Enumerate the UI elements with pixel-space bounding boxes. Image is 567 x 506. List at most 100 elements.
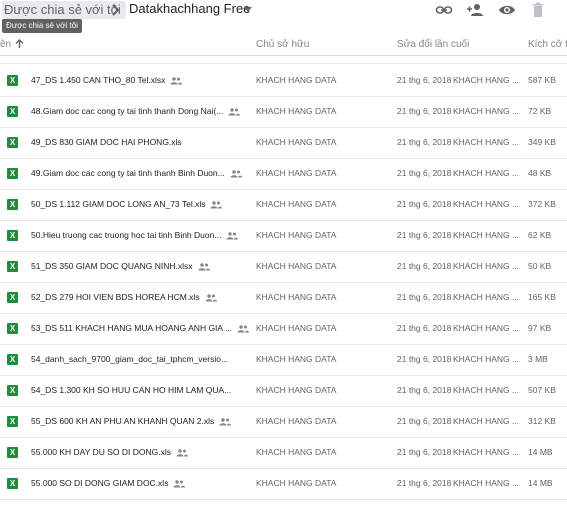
file-row[interactable]: X 54_DS 1.300 KH SO HUU CAN HO HIM LAM QU… bbox=[0, 376, 567, 407]
file-owner: KHACH HANG DATA bbox=[256, 168, 337, 178]
file-name[interactable]: 50_DS 1.112 GIAM DOC LONG AN_73 Tel.xls bbox=[31, 199, 223, 209]
file-row[interactable]: X 50.Hieu truong cac truong hoc tai tinh … bbox=[0, 221, 567, 252]
excel-file-icon: X bbox=[7, 385, 18, 396]
breadcrumb-shared-with-me[interactable]: Được chia sẻ với tôi bbox=[2, 1, 126, 19]
trash-icon[interactable] bbox=[529, 2, 547, 18]
file-name-text: 55.000 SO DI DONG GIAM DOC.xls bbox=[31, 478, 169, 488]
file-modified-date: 21 thg 6, 2018 bbox=[397, 447, 452, 457]
file-modified-by: KHACH HANG ... bbox=[453, 292, 520, 302]
shared-people-icon bbox=[170, 77, 183, 85]
file-size: 349 KB bbox=[528, 137, 556, 147]
column-name[interactable]: ên bbox=[0, 39, 11, 50]
add-person-icon[interactable] bbox=[466, 2, 484, 18]
file-owner: KHACH HANG DATA bbox=[256, 261, 337, 271]
file-size: 165 KB bbox=[528, 292, 556, 302]
caret-down-icon[interactable] bbox=[243, 6, 253, 14]
shared-people-icon bbox=[219, 418, 232, 426]
file-name[interactable]: 53_DS 511 KHACH HANG MUA HOANG ANH GIA .… bbox=[31, 323, 250, 333]
file-size: 14 MB bbox=[528, 447, 553, 457]
file-row[interactable]: X 54_danh_sach_9700_giam_doc_tai_tphcm_ve… bbox=[0, 345, 567, 376]
file-modified-date: 21 thg 6, 2018 bbox=[397, 416, 452, 426]
file-name-text: 50_DS 1.112 GIAM DOC LONG AN_73 Tel.xls bbox=[31, 199, 206, 209]
file-name[interactable]: 51_DS 350 GIAM DOC QUANG NINH.xlsx bbox=[31, 261, 210, 271]
file-modified-by: KHACH HANG ... bbox=[453, 385, 520, 395]
file-owner: KHACH HANG DATA bbox=[256, 137, 337, 147]
file-modified-date: 21 thg 6, 2018 bbox=[397, 75, 452, 85]
file-size: 3 MB bbox=[528, 354, 548, 364]
shared-people-icon bbox=[210, 201, 223, 209]
file-name-text: 55.000 KH DAY DU SO DI DONG.xls bbox=[31, 447, 171, 457]
file-name[interactable]: 47_DS 1.450 CAN THO_80 Tel.xlsx bbox=[31, 75, 183, 85]
file-size: 97 KB bbox=[528, 323, 552, 333]
file-size: 372 KB bbox=[528, 199, 556, 209]
file-owner: KHACH HANG DATA bbox=[256, 385, 337, 395]
excel-file-icon: X bbox=[7, 106, 18, 117]
shared-people-icon bbox=[198, 263, 210, 271]
file-name[interactable]: 54_danh_sach_9700_giam_doc_tai_tphcm_ver… bbox=[31, 354, 228, 364]
excel-file-icon: X bbox=[7, 199, 18, 210]
file-row[interactable]: X 50_DS 1.112 GIAM DOC LONG AN_73 Tel.xls… bbox=[0, 190, 567, 221]
column-owner[interactable]: Chủ sở hữu bbox=[256, 39, 309, 50]
file-row[interactable]: X 48.Giam doc cac cong ty tai tinh thanh … bbox=[0, 97, 567, 128]
file-row[interactable]: X 55.000 SO DI DONG GIAM DOC.xls KHACH HAN… bbox=[0, 469, 567, 500]
file-name-text: 55_DS 600 KH AN PHU AN KHANH QUAN 2.xls bbox=[31, 416, 215, 426]
excel-file-icon: X bbox=[7, 354, 18, 365]
file-size: 50 KB bbox=[528, 261, 552, 271]
file-name[interactable]: 54_DS 1.300 KH SO HUU CAN HO HIM LAM QUA… bbox=[31, 385, 231, 395]
file-row[interactable]: X 51_DS 350 GIAM DOC QUANG NINH.xlsx KHACH… bbox=[0, 252, 567, 283]
file-row[interactable]: X 55.000 KH DAY DU SO DI DONG.xls KHACH HA… bbox=[0, 438, 567, 469]
file-owner: KHACH HANG DATA bbox=[256, 323, 337, 333]
file-row[interactable]: X 49_DS 830 GIAM DOC HAI PHONG.xls KHACH H… bbox=[0, 128, 567, 159]
file-name[interactable]: 49_DS 830 GIAM DOC HAI PHONG.xls bbox=[31, 137, 182, 147]
column-last-modified[interactable]: Sửa đổi lần cuối bbox=[397, 39, 469, 50]
file-modified-by: KHACH HANG ... bbox=[453, 447, 520, 457]
file-modified-by: KHACH HANG ... bbox=[453, 230, 520, 240]
file-name[interactable]: 50.Hieu truong cac truong hoc tai tinh B… bbox=[31, 230, 239, 240]
file-modified-date: 21 thg 6, 2018 bbox=[397, 354, 452, 364]
shared-people-icon bbox=[237, 325, 250, 333]
file-size: 14 MB bbox=[528, 478, 553, 488]
link-icon[interactable] bbox=[435, 2, 453, 18]
file-name[interactable]: 55_DS 600 KH AN PHU AN KHANH QUAN 2.xls bbox=[31, 416, 232, 426]
breadcrumb-current-folder[interactable]: Datakhachhang Free bbox=[129, 1, 250, 16]
file-name[interactable]: 52_DS 279 HOI VIEN BDS HOREA HCM.xls bbox=[31, 292, 217, 302]
eye-icon[interactable] bbox=[498, 2, 516, 18]
file-name[interactable]: 48.Giam doc cac cong ty tai tinh thanh D… bbox=[31, 106, 241, 116]
column-header-row: ên Chủ sở hữu Sửa đổi lần cuối Kích cỡ t… bbox=[0, 34, 567, 56]
file-size: 507 KB bbox=[528, 385, 556, 395]
file-modified-date: 21 thg 6, 2018 bbox=[397, 230, 452, 240]
excel-file-icon: X bbox=[7, 323, 18, 334]
file-modified-date: 21 thg 6, 2018 bbox=[397, 292, 452, 302]
excel-file-icon: X bbox=[7, 447, 18, 458]
column-file-size[interactable]: Kích cỡ tệp bbox=[528, 39, 567, 50]
sort-arrow-up-icon[interactable] bbox=[15, 39, 24, 49]
file-row[interactable]: X 53_DS 511 KHACH HANG MUA HOANG ANH GIA … bbox=[0, 314, 567, 345]
file-row[interactable]: X 49.Giam doc cac cong ty tai tinh thanh … bbox=[0, 159, 567, 190]
file-row[interactable]: X 52_DS 279 HOI VIEN BDS HOREA HCM.xls KHA… bbox=[0, 283, 567, 314]
file-row[interactable]: X 55_DS 600 KH AN PHU AN KHANH QUAN 2.xls… bbox=[0, 407, 567, 438]
file-size: 62 KB bbox=[528, 230, 552, 240]
file-name[interactable]: 55.000 KH DAY DU SO DI DONG.xls bbox=[31, 447, 188, 457]
file-size: 72 KB bbox=[528, 106, 552, 116]
shared-people-icon bbox=[173, 480, 186, 488]
file-name[interactable]: 49.Giam doc cac cong ty tai tinh thanh B… bbox=[31, 168, 242, 178]
file-size: 587 KB bbox=[528, 75, 556, 85]
file-name-text: 54_danh_sach_9700_giam_doc_tai_tphcm_ver… bbox=[31, 354, 229, 364]
shared-people-icon bbox=[228, 108, 241, 116]
file-name-text: 49_DS 830 GIAM DOC HAI PHONG.xls bbox=[31, 137, 182, 147]
shared-people-icon bbox=[176, 449, 188, 457]
shared-people-icon bbox=[205, 294, 217, 302]
file-modified-by: KHACH HANG ... bbox=[453, 416, 520, 426]
excel-file-icon: X bbox=[7, 478, 18, 489]
file-name-text: 52_DS 279 HOI VIEN BDS HOREA HCM.xls bbox=[31, 292, 200, 302]
file-row[interactable]: X 47_DS 1.450 CAN THO_80 Tel.xlsx KHACH HA… bbox=[0, 66, 567, 97]
file-name-text: 50.Hieu truong cac truong hoc tai tinh B… bbox=[31, 230, 222, 240]
file-name-text: 53_DS 511 KHACH HANG MUA HOANG ANH GIA .… bbox=[31, 323, 233, 333]
excel-file-icon: X bbox=[7, 75, 18, 86]
file-modified-by: KHACH HANG ... bbox=[453, 106, 520, 116]
file-name[interactable]: 55.000 SO DI DONG GIAM DOC.xls bbox=[31, 478, 186, 488]
file-size: 48 KB bbox=[528, 168, 552, 178]
excel-file-icon: X bbox=[7, 137, 18, 148]
file-modified-by: KHACH HANG ... bbox=[453, 75, 520, 85]
file-modified-date: 21 thg 6, 2018 bbox=[397, 137, 452, 147]
